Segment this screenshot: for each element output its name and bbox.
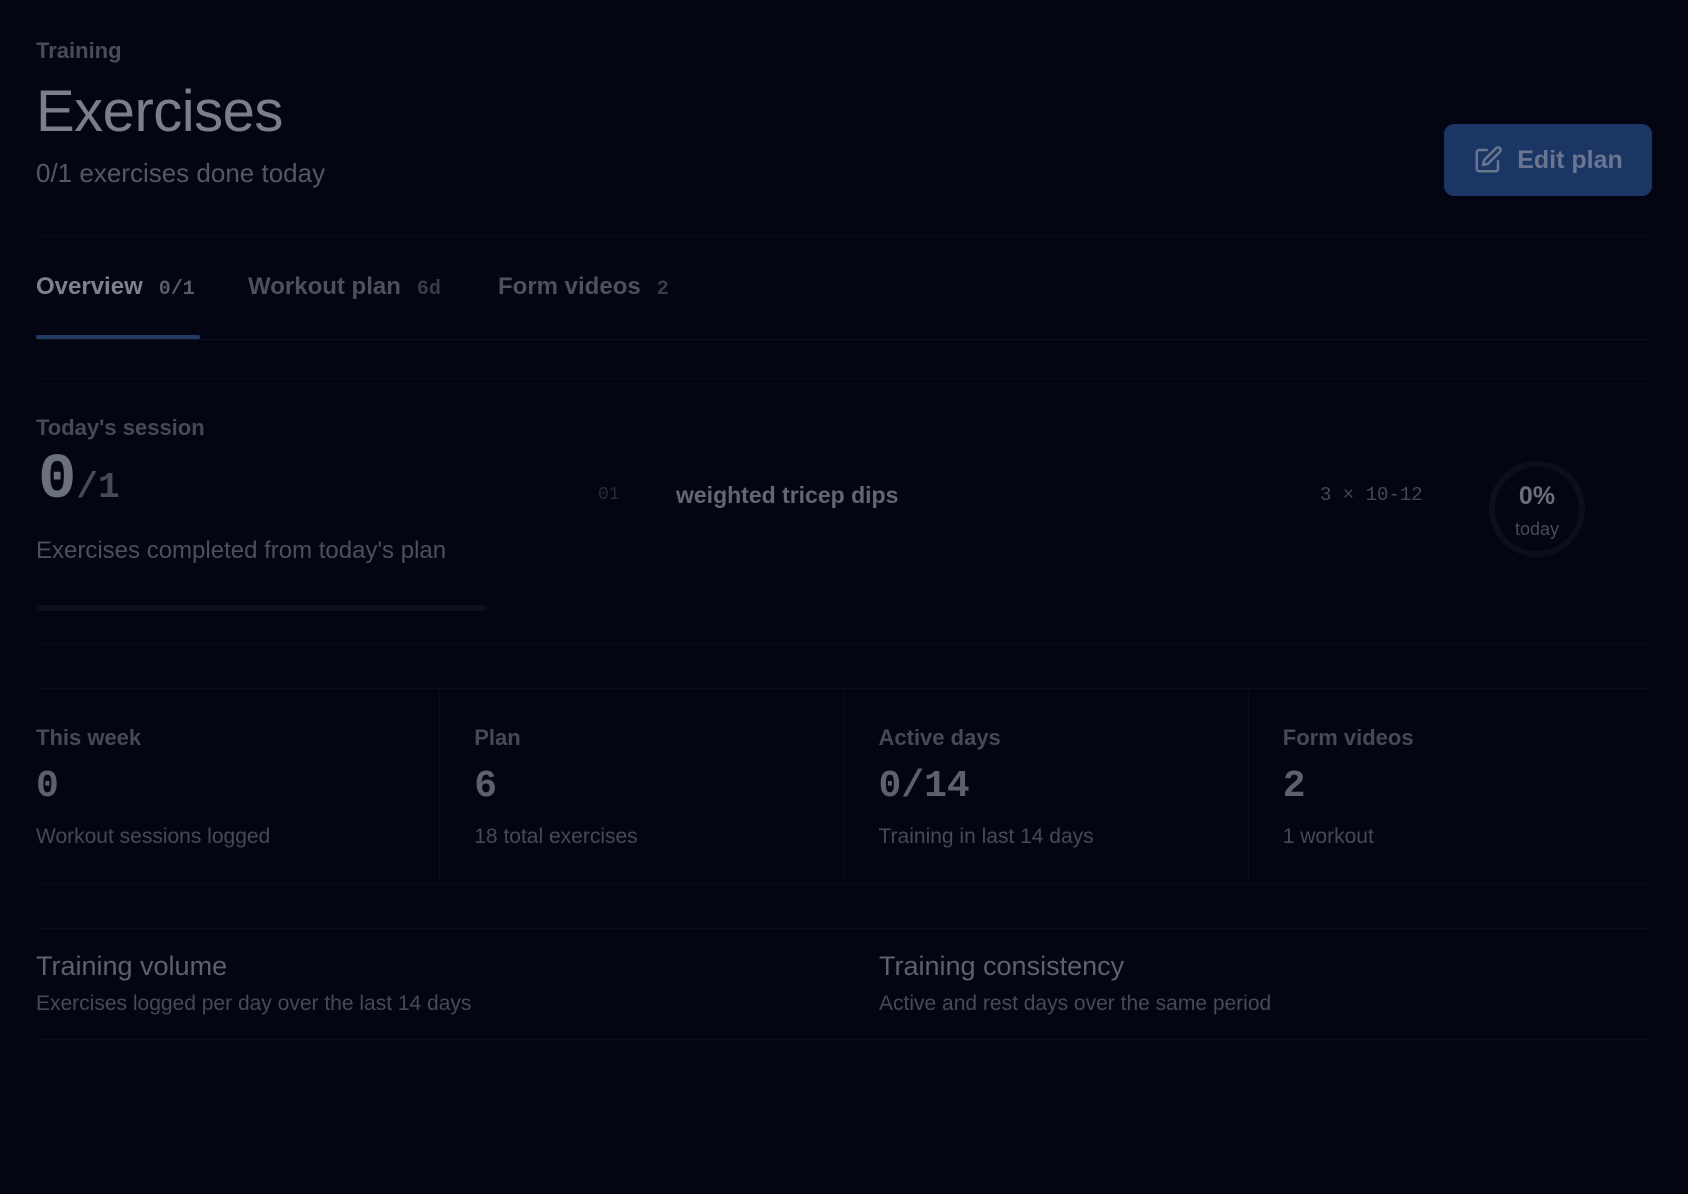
exercise-row[interactable]: 01 weighted tricep dips 3 × 10-12 (556, 459, 1496, 531)
edit-plan-button[interactable]: Edit plan (1444, 124, 1652, 196)
chart-subtitle: Exercises logged per day over the last 1… (36, 992, 472, 1015)
tab-label: Workout plan (248, 273, 401, 300)
todays-session-panel: Today's session 0/1 Exercises completed … (36, 378, 1652, 644)
stat-sub: 18 total exercises (474, 825, 638, 848)
chart-title: Training volume (36, 951, 228, 981)
chart-title: Training consistency (879, 951, 1125, 981)
session-label: Today's session (36, 415, 205, 440)
session-progress-bar (36, 605, 486, 611)
stat-this-week: This week 0 Workout sessions logged (36, 689, 439, 883)
stat-plan: Plan 6 18 total exercises (439, 689, 843, 883)
exercise-sets: 3 × 10-12 (1320, 484, 1423, 506)
training-volume-header: Training volume Exercises logged per day… (36, 951, 471, 1016)
stat-value: 0 (36, 765, 59, 808)
stat-sub: Workout sessions logged (36, 825, 271, 848)
stat-sub: Training in last 14 days (878, 825, 1094, 848)
stat-sub: 1 workout (1282, 825, 1374, 848)
completion-percent: 0% (1518, 482, 1556, 510)
section-eyebrow: Training (36, 38, 122, 63)
edit-plan-label: Edit plan (1517, 145, 1623, 174)
session-total-count: /1 (76, 467, 120, 508)
edit-icon (1475, 146, 1503, 173)
exercise-name: weighted tricep dips (676, 481, 899, 508)
stat-value: 2 (1282, 765, 1306, 808)
stat-label: Plan (474, 725, 521, 750)
page-title: Exercises (36, 79, 283, 144)
session-done-count: 0 (38, 445, 77, 517)
stat-label: Active days (878, 725, 1001, 750)
stat-value: 0/14 (878, 765, 970, 808)
active-tab-indicator (36, 335, 200, 339)
stat-active-days: Active days 0/14 Training in last 14 day… (843, 689, 1248, 883)
completion-ring-label: 0% today (1486, 482, 1588, 540)
tab-count: 0/1 (158, 278, 195, 301)
stat-value: 6 (474, 765, 498, 808)
tab-overview[interactable]: Overview 0/1 (36, 273, 195, 301)
stat-label: Form videos (1282, 725, 1414, 750)
session-description: Exercises completed from today's plan (36, 537, 447, 564)
page-subtitle: 0/1 exercises done today (36, 158, 326, 188)
tab-form-videos[interactable]: Form videos 2 (498, 273, 669, 301)
exercise-number: 01 (598, 485, 620, 505)
stats-row: This week 0 Workout sessions logged Plan… (36, 688, 1652, 884)
charts-section: Training volume Exercises logged per day… (36, 928, 1652, 1040)
completion-period: today (1514, 519, 1560, 539)
chart-subtitle: Active and rest days over the same perio… (879, 992, 1272, 1015)
tab-count: 6d (416, 278, 441, 301)
tab-label: Form videos (498, 273, 641, 300)
session-count: 0/1 (38, 445, 120, 517)
stat-form-videos: Form videos 2 1 workout (1247, 689, 1652, 883)
exercises-page: Training Exercises 0/1 exercises done to… (0, 0, 1688, 1194)
tab-count: 2 (656, 278, 669, 301)
tab-workout-plan[interactable]: Workout plan 6d (248, 273, 441, 301)
stat-label: This week (36, 725, 142, 750)
tab-label: Overview (36, 273, 143, 300)
tab-bar: Overview 0/1 Workout plan 6d Form videos… (36, 236, 1652, 340)
training-consistency-header: Training consistency Active and rest day… (879, 951, 1271, 1016)
